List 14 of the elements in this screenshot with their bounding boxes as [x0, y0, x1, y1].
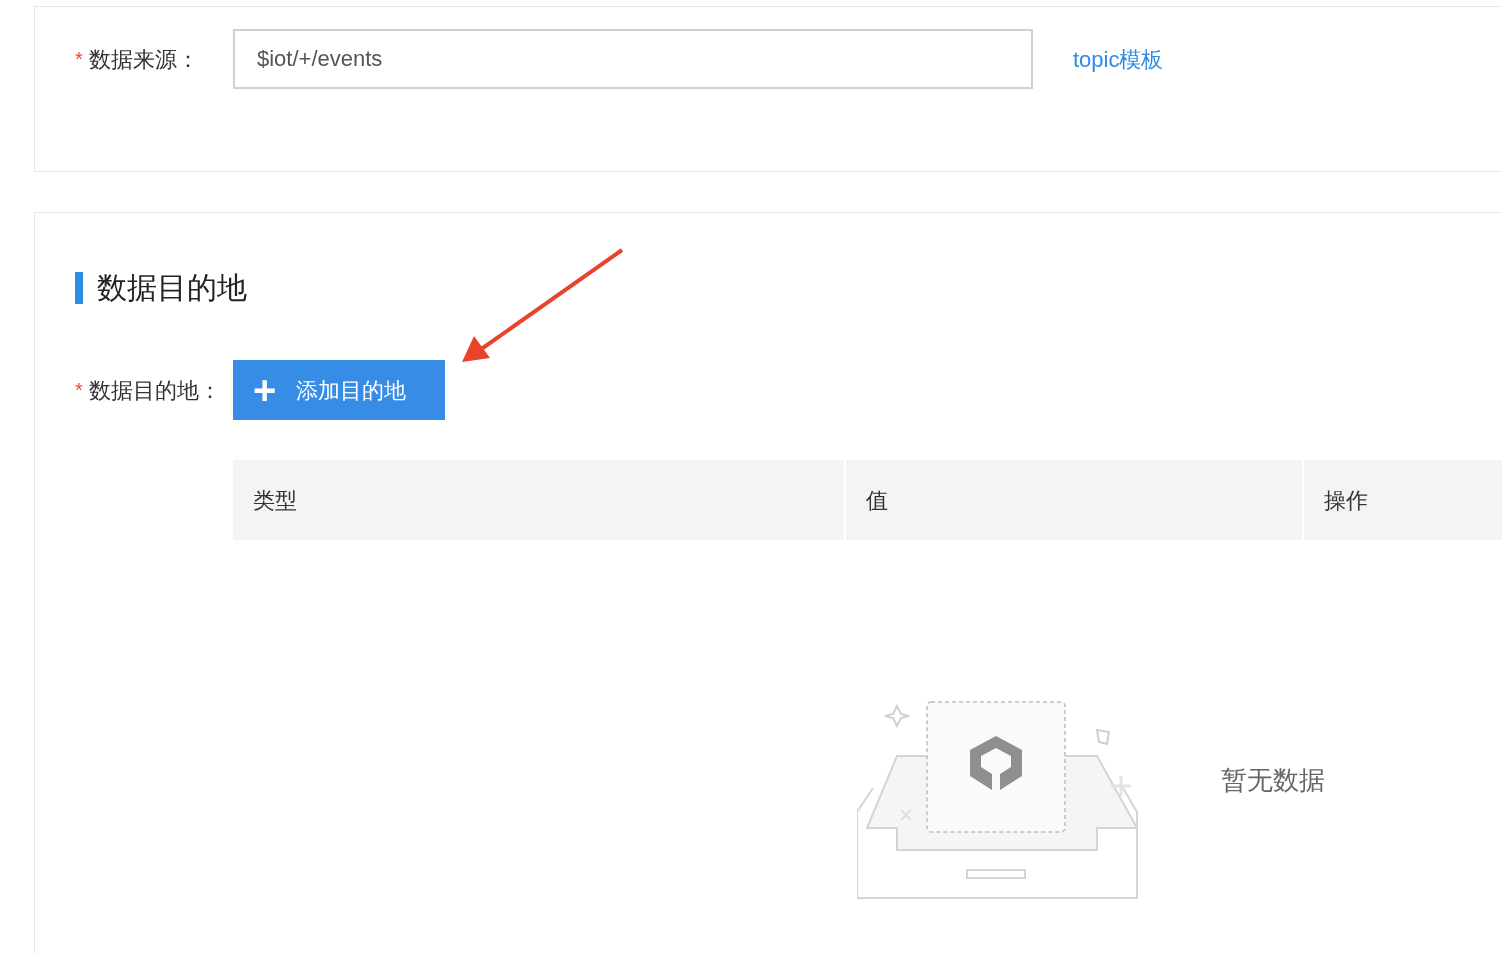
required-mark: * — [75, 47, 84, 72]
section-title: 数据目的地 — [97, 270, 247, 306]
topic-template-link[interactable]: topic模板 — [1073, 42, 1164, 76]
column-header: 值 — [845, 460, 1303, 540]
plus-icon: + — [253, 370, 277, 410]
column-header: 操作 — [1304, 460, 1502, 540]
section-accent-bar — [75, 271, 83, 304]
empty-state-text: 暂无数据 — [1221, 763, 1325, 797]
column-header: 类型 — [233, 460, 844, 540]
add-destination-button[interactable]: + 添加目的地 — [233, 360, 445, 420]
field-label: 数据目的地： — [89, 376, 222, 405]
field-label: 数据来源： — [89, 45, 200, 74]
required-mark: * — [75, 378, 84, 403]
input-field[interactable]: $iot/+/events — [233, 29, 1033, 89]
